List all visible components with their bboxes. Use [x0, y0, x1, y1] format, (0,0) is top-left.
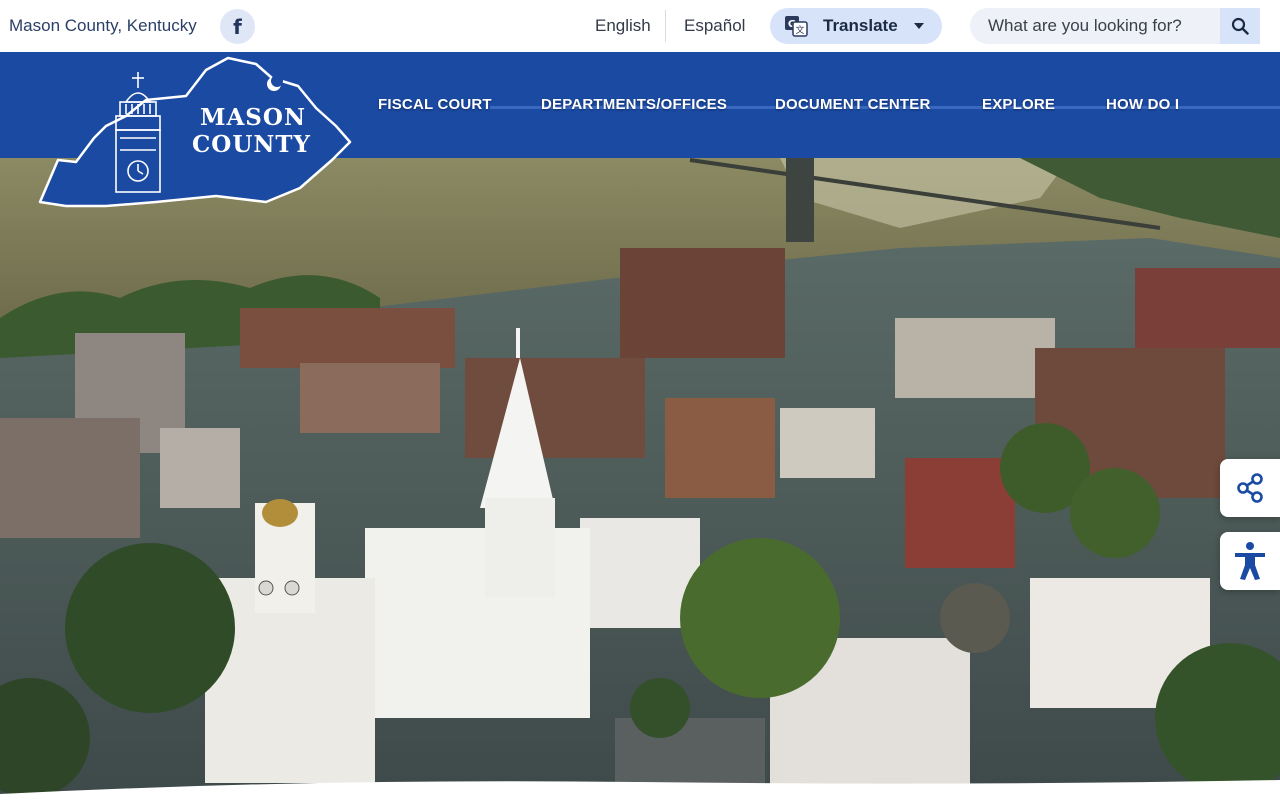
logo-text-line1: MASON: [200, 104, 306, 131]
nav-explore[interactable]: EXPLORE: [982, 96, 1055, 113]
nav-document-center[interactable]: DOCUMENT CENTER: [775, 96, 931, 113]
language-spanish-link[interactable]: Español: [684, 16, 745, 36]
utility-bar: Mason County, Kentucky f English Español…: [0, 0, 1280, 52]
facebook-button[interactable]: f: [220, 9, 255, 44]
search-button[interactable]: [1220, 8, 1260, 44]
search-icon: [1231, 17, 1249, 35]
search-box: [970, 8, 1260, 44]
search-input[interactable]: [970, 8, 1220, 44]
nav-fiscal-court[interactable]: FISCAL COURT: [378, 96, 492, 113]
language-english-link[interactable]: English: [595, 16, 651, 36]
chevron-down-icon: [914, 23, 924, 29]
site-logo[interactable]: MASON COUNTY: [36, 56, 352, 208]
hero-aerial-town-illustration: [0, 158, 1280, 800]
accessibility-button[interactable]: [1220, 532, 1280, 590]
translate-label: Translate: [823, 16, 898, 35]
logo-text-line2: COUNTY: [192, 131, 311, 158]
share-icon: [1237, 473, 1263, 503]
svg-text:文: 文: [795, 24, 804, 36]
nav-how-do-i[interactable]: HOW DO I: [1106, 96, 1179, 113]
translate-button[interactable]: G 文 Translate: [770, 8, 942, 44]
site-name: Mason County, Kentucky: [9, 16, 197, 35]
share-button[interactable]: [1220, 459, 1280, 517]
translate-icon: G 文: [785, 16, 808, 37]
accessibility-icon: [1235, 542, 1265, 580]
facebook-icon: f: [233, 14, 242, 39]
hero-image: [0, 158, 1280, 800]
nav-departments-offices[interactable]: DEPARTMENTS/OFFICES: [541, 96, 727, 113]
language-divider: [665, 10, 666, 42]
